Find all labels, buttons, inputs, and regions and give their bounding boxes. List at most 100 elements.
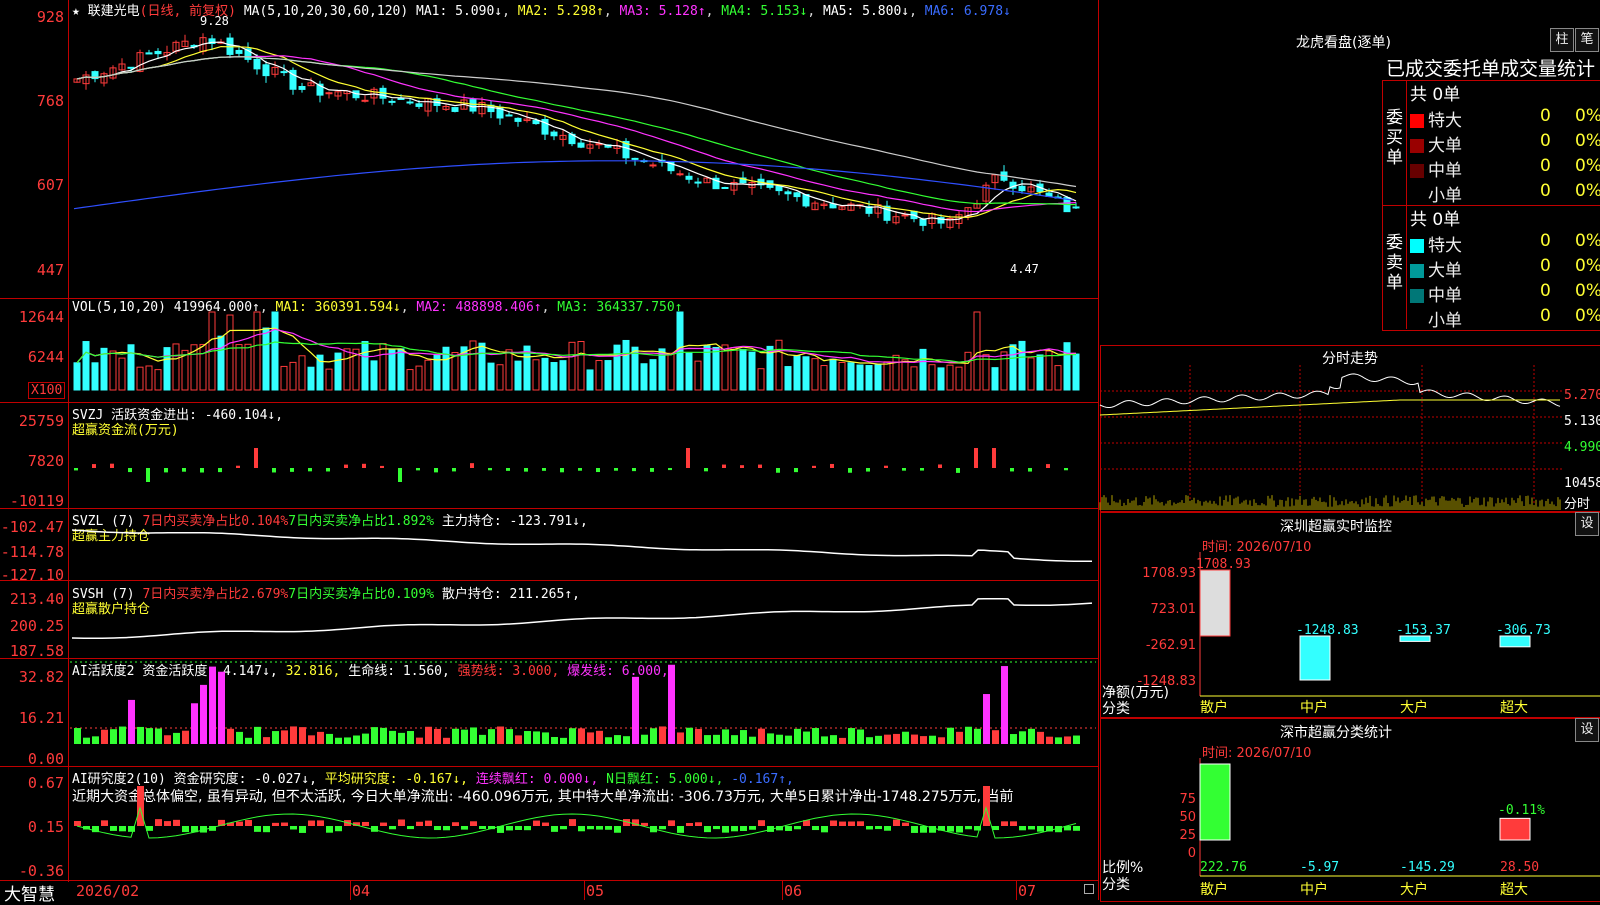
lock-icon[interactable]: [1084, 884, 1094, 894]
candle-body: [775, 185, 783, 192]
sz-bar-label: -306.73: [1496, 623, 1551, 638]
research-bar: [1028, 826, 1035, 830]
research-bar: [137, 786, 144, 826]
candle-body: [154, 50, 162, 55]
activity-bar: [425, 726, 432, 744]
svzj-chart[interactable]: [0, 402, 1098, 508]
activity-bar: [650, 728, 657, 744]
research-bar: [416, 821, 423, 826]
ss-bar-chart[interactable]: 222.76 散户 -5.97 中户 -145.29 大户 28.50 超大 -0.11%: [1100, 718, 1600, 900]
activity-bar: [380, 727, 387, 744]
research-bar: [578, 826, 585, 832]
volume-bar: [532, 359, 540, 391]
activity-bar: [983, 694, 990, 744]
order-type: 小单: [1428, 186, 1462, 206]
main-right-divider: [1098, 0, 1099, 900]
activity-bar: [965, 726, 972, 744]
candle-body: [406, 101, 414, 104]
flow-bar: [308, 468, 312, 472]
research-bar: [380, 822, 387, 826]
activity-bar: [254, 726, 261, 744]
flow-bar: [920, 468, 924, 471]
volume-bar: [1009, 344, 1017, 391]
sz-bar-chart[interactable]: 1708.93 散户 -1248.83 中户 -153.37 大户 -306.73 超大: [1100, 512, 1600, 716]
volume-bar: [289, 361, 297, 391]
bar-mode-button[interactable]: 柱: [1550, 28, 1574, 52]
order-pct: 0%: [1575, 256, 1600, 276]
research-bar: [893, 819, 900, 826]
research-bar: [965, 826, 972, 830]
fs-price-low: 4.990: [1564, 440, 1600, 455]
candle-body: [901, 214, 909, 217]
fs-price-high: 5.270: [1564, 388, 1600, 403]
volume-chart[interactable]: [0, 298, 1098, 402]
research-bar: [596, 826, 603, 830]
flow-bar: [902, 468, 906, 471]
sz-cat-label: 大户: [1400, 699, 1428, 716]
flow-bar: [92, 464, 96, 468]
candle-body: [415, 103, 423, 107]
activity-bar: [461, 729, 468, 744]
volume-bar: [424, 359, 432, 391]
research-line: [76, 805, 1077, 839]
svsh-chart[interactable]: [0, 580, 1098, 658]
order-type: 中单: [1428, 286, 1462, 306]
research-bar: [560, 826, 567, 830]
pen-mode-button[interactable]: 笔: [1575, 28, 1599, 52]
activity-bar: [443, 737, 450, 744]
research-bar: [749, 826, 756, 830]
activity-bar: [209, 666, 216, 744]
candle-body: [631, 157, 639, 160]
volume-bar: [127, 344, 135, 391]
volume-bar: [496, 364, 504, 391]
research-bar: [866, 826, 873, 830]
activity-bar: [704, 735, 711, 744]
color-swatch: [1410, 164, 1424, 178]
ai-research-chart[interactable]: [0, 766, 1098, 880]
research-bar: [686, 822, 693, 826]
activity-bar: [740, 730, 747, 744]
activity-bar: [1046, 736, 1053, 744]
research-bar: [614, 826, 621, 833]
volume-bar: [253, 311, 261, 391]
candle-body: [676, 173, 684, 176]
order-count: 0: [1540, 281, 1551, 301]
activity-bar: [398, 732, 405, 744]
candle-body: [919, 218, 927, 226]
research-bar: [101, 820, 108, 826]
volume-bar: [784, 366, 792, 391]
research-bar: [668, 820, 675, 826]
flow-bar: [650, 468, 654, 472]
volume-bar: [973, 311, 981, 391]
activity-bar: [263, 737, 270, 744]
x-tick: 04: [352, 882, 371, 900]
candlestick-chart[interactable]: [0, 0, 1098, 298]
intraday-chart[interactable]: [1099, 365, 1562, 510]
flow-bar: [830, 463, 834, 468]
candle-body: [685, 175, 693, 180]
candle-body: [451, 107, 459, 112]
research-bar: [290, 826, 297, 830]
order-pct: 0%: [1575, 231, 1600, 251]
research-bar: [659, 826, 666, 830]
activity-bar: [911, 734, 918, 744]
order-count: 0: [1540, 131, 1551, 151]
research-bar: [794, 826, 801, 830]
research-bar: [1001, 821, 1008, 826]
volume-bar: [325, 368, 333, 391]
volume-bar: [370, 360, 378, 391]
volume-bar: [829, 358, 837, 391]
ai-activity-chart[interactable]: [0, 658, 1098, 766]
sz-cat-label: 散户: [1200, 699, 1228, 716]
brand-label: 大智慧: [4, 885, 55, 905]
research-bar: [452, 822, 459, 826]
research-bar: [821, 826, 828, 833]
flow-bar: [272, 468, 276, 473]
order-row: 特大 0 0%: [1410, 106, 1600, 131]
svzl-chart[interactable]: [0, 508, 1098, 580]
research-bar: [812, 826, 819, 831]
volume-bar: [199, 343, 207, 391]
volume-bar: [793, 355, 801, 391]
volume-bar: [919, 348, 927, 391]
activity-bar: [695, 728, 702, 744]
